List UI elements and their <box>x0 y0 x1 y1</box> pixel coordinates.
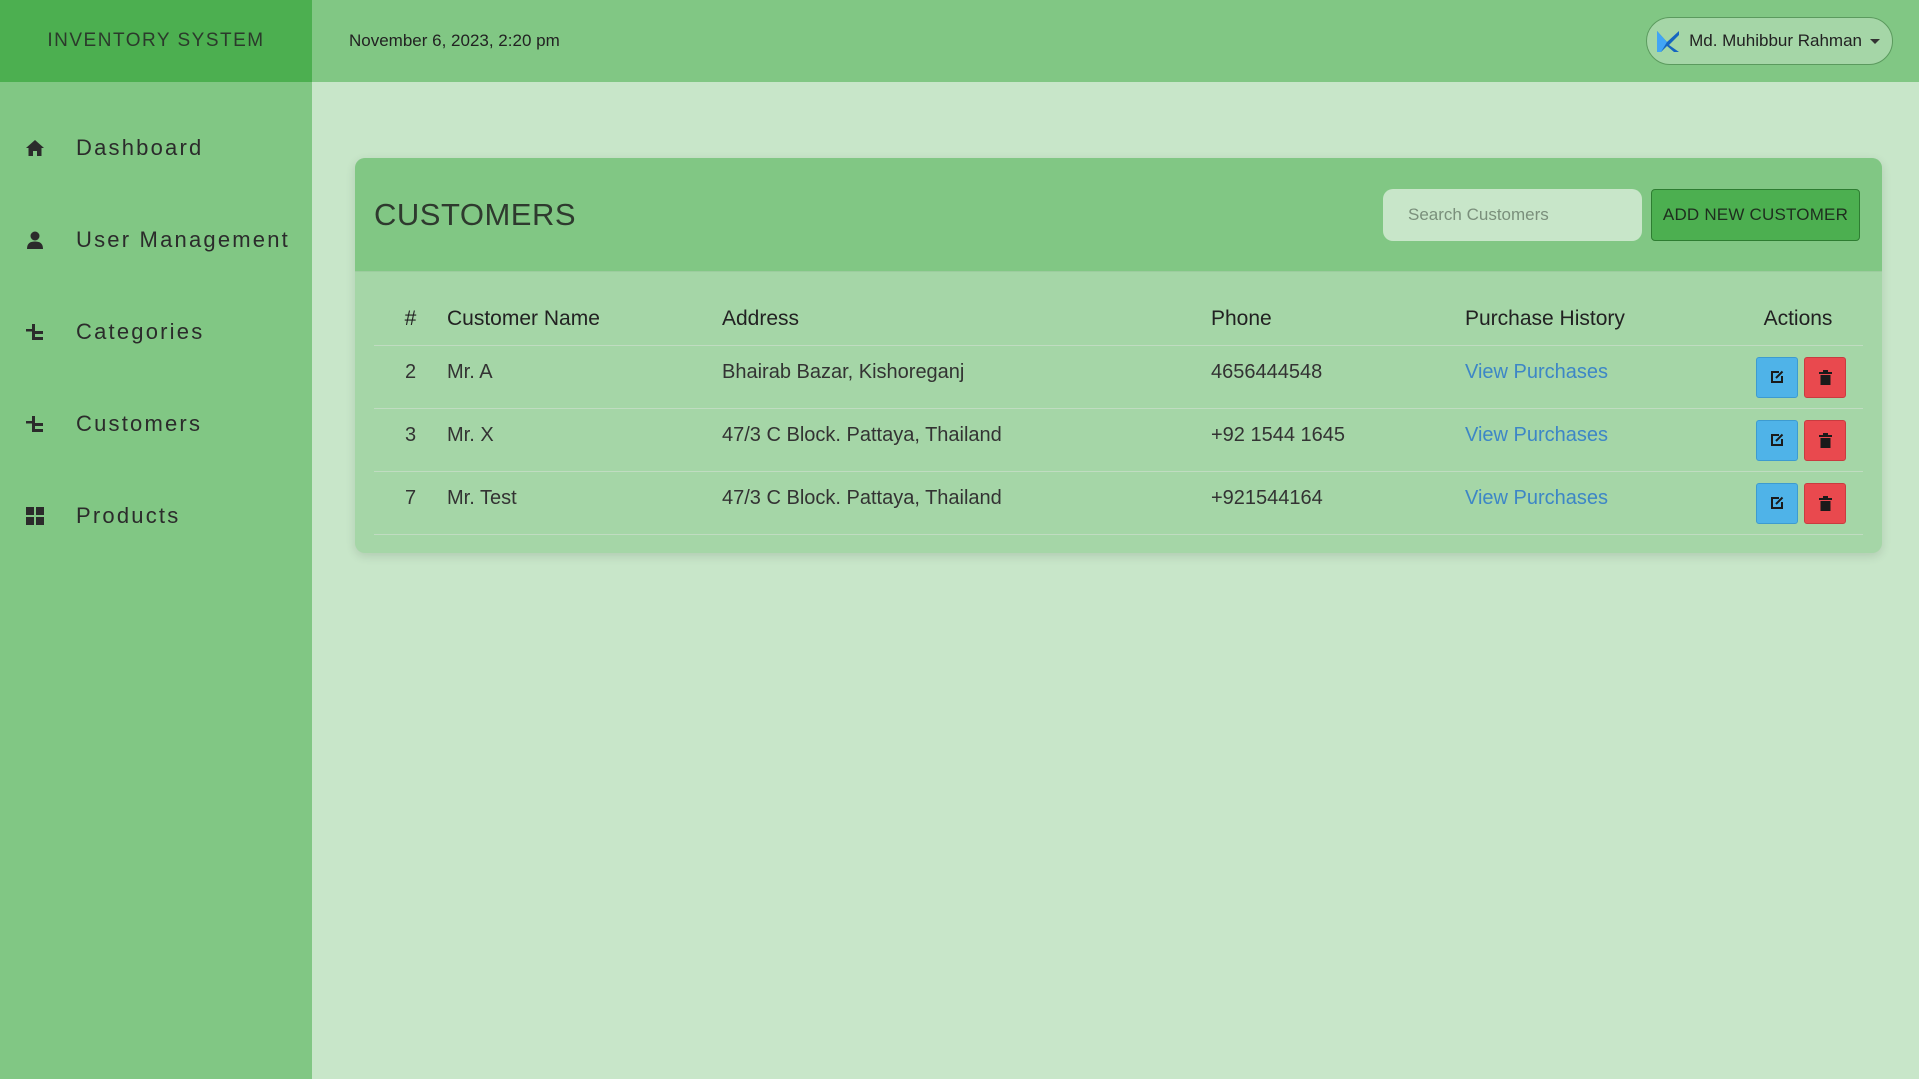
home-icon <box>24 137 46 159</box>
table-header-row: # Customer Name Address Phone Purchase H… <box>374 290 1863 346</box>
trash-icon <box>1818 495 1832 511</box>
sidebar-nav: Dashboard User Management Categories Cus… <box>0 82 312 562</box>
edit-icon <box>1771 433 1784 446</box>
cell-actions <box>1733 408 1863 472</box>
cell-actions <box>1733 471 1863 535</box>
page-title: CUSTOMERS <box>374 196 577 232</box>
cell-address: Bhairab Bazar, Kishoreganj <box>722 345 1211 409</box>
search-input[interactable] <box>1383 188 1642 241</box>
user-icon <box>24 229 46 251</box>
panel-header: CUSTOMERS ADD NEW CUSTOMER <box>355 158 1882 272</box>
panel-header-actions: ADD NEW CUSTOMER <box>1383 188 1860 241</box>
view-purchases-link[interactable]: View Purchases <box>1465 361 1608 383</box>
cell-history: View Purchases <box>1465 408 1733 472</box>
cell-actions <box>1733 345 1863 409</box>
edit-button[interactable] <box>1756 356 1798 398</box>
cell-phone: 4656444548 <box>1211 345 1465 409</box>
cell-id: 2 <box>374 345 447 409</box>
cell-phone: +92 1544 1645 <box>1211 408 1465 472</box>
app-brand: INVENTORY SYSTEM <box>0 0 312 82</box>
cell-address: 47/3 C Block. Pattaya, Thailand <box>722 408 1211 472</box>
cell-name: Mr. Test <box>447 471 722 535</box>
table-row: 7 Mr. Test 47/3 C Block. Pattaya, Thaila… <box>374 471 1863 535</box>
column-header-purchase-history: Purchase History <box>1465 290 1733 346</box>
sidebar-item-categories[interactable]: Categories <box>0 286 312 378</box>
delete-button[interactable] <box>1804 356 1846 398</box>
cell-name: Mr. X <box>447 408 722 472</box>
table-row: 2 Mr. A Bhairab Bazar, Kishoreganj 46564… <box>374 345 1863 409</box>
cell-history: View Purchases <box>1465 471 1733 535</box>
edit-button[interactable] <box>1756 482 1798 524</box>
hierarchy-icon <box>24 321 46 343</box>
user-name: Md. Muhibbur Rahman <box>1689 31 1862 50</box>
cell-name: Mr. A <box>447 345 722 409</box>
column-header-id: # <box>374 290 447 346</box>
sidebar-item-label: Customers <box>76 411 203 436</box>
sidebar-item-user-management[interactable]: User Management <box>0 194 312 286</box>
trash-icon <box>1818 369 1832 385</box>
column-header-address: Address <box>722 290 1211 346</box>
view-purchases-link[interactable]: View Purchases <box>1465 487 1608 509</box>
cell-address: 47/3 C Block. Pattaya, Thailand <box>722 471 1211 535</box>
cell-id: 3 <box>374 408 447 472</box>
trash-icon <box>1818 432 1832 448</box>
view-purchases-link[interactable]: View Purchases <box>1465 424 1608 446</box>
sidebar-item-label: Products <box>76 503 181 528</box>
user-menu-button[interactable]: Md. Muhibbur Rahman <box>1646 17 1893 65</box>
customers-panel: CUSTOMERS ADD NEW CUSTOMER # Customer Na… <box>355 158 1882 553</box>
sidebar-item-label: Dashboard <box>76 135 204 160</box>
table-row: 3 Mr. X 47/3 C Block. Pattaya, Thailand … <box>374 408 1863 472</box>
cell-phone: +921544164 <box>1211 471 1465 535</box>
top-header: November 6, 2023, 2:20 pm Md. Muhibbur R… <box>312 0 1919 82</box>
sidebar-item-dashboard[interactable]: Dashboard <box>0 102 312 194</box>
cell-id: 7 <box>374 471 447 535</box>
delete-button[interactable] <box>1804 482 1846 524</box>
sidebar-item-label: Categories <box>76 319 205 344</box>
sidebar-item-label: User Management <box>76 227 290 252</box>
customers-table: # Customer Name Address Phone Purchase H… <box>374 290 1863 535</box>
cell-history: View Purchases <box>1465 345 1733 409</box>
hierarchy-icon <box>24 413 46 435</box>
sidebar-item-products[interactable]: Products <box>0 470 312 562</box>
edit-icon <box>1771 496 1784 509</box>
edit-icon <box>1771 370 1784 383</box>
edit-button[interactable] <box>1756 419 1798 461</box>
delete-button[interactable] <box>1804 419 1846 461</box>
column-header-name: Customer Name <box>447 290 722 346</box>
user-logo-icon <box>1657 31 1680 52</box>
sidebar: INVENTORY SYSTEM Dashboard User Manageme… <box>0 0 312 1079</box>
column-header-phone: Phone <box>1211 290 1465 346</box>
chevron-down-icon <box>1870 38 1880 44</box>
column-header-actions: Actions <box>1733 290 1863 346</box>
grid-icon <box>24 505 46 527</box>
sidebar-item-customers[interactable]: Customers <box>0 378 312 470</box>
current-datetime: November 6, 2023, 2:20 pm <box>349 31 560 50</box>
add-customer-button[interactable]: ADD NEW CUSTOMER <box>1651 188 1860 241</box>
